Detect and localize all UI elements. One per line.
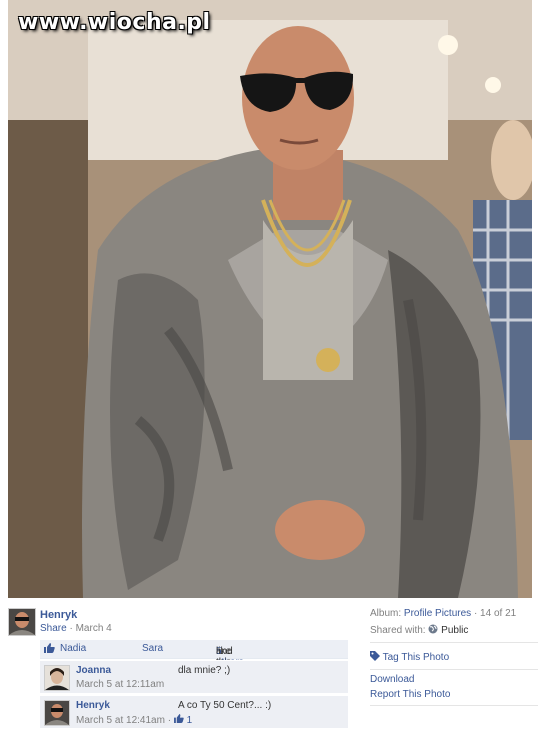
comment-author[interactable]: Henryk bbox=[76, 700, 110, 711]
liker-name-2[interactable]: Sara bbox=[142, 643, 163, 654]
divider bbox=[370, 669, 538, 670]
report-photo-link[interactable]: Report This Photo bbox=[370, 689, 450, 700]
liker-name-1[interactable]: Nadia bbox=[60, 643, 86, 654]
album-label: Album: bbox=[370, 608, 402, 619]
thumbs-up-icon bbox=[173, 714, 184, 726]
owner-header: Henryk Share · March 4 Nadia Sara and 5 … bbox=[8, 606, 350, 728]
tag-icon bbox=[370, 651, 380, 663]
likes-row: Nadia Sara and 5 others like this. bbox=[40, 640, 348, 668]
globe-icon bbox=[428, 624, 438, 636]
album-link[interactable]: Profile Pictures bbox=[404, 608, 471, 619]
owner-meta: Share · March 4 bbox=[40, 623, 112, 634]
commenter-avatar[interactable] bbox=[44, 700, 70, 726]
share-link[interactable]: Share bbox=[40, 623, 67, 634]
comment-time[interactable]: March 5 at 12:11am bbox=[76, 679, 164, 690]
photo[interactable] bbox=[8, 0, 532, 598]
meta-separator: · bbox=[69, 623, 73, 634]
privacy-value[interactable]: Public bbox=[441, 625, 468, 636]
post-date[interactable]: March 4 bbox=[76, 623, 112, 634]
privacy-info: Shared with: Public bbox=[370, 624, 468, 636]
avatar-image bbox=[9, 609, 35, 635]
shared-with-label: Shared with: bbox=[370, 625, 426, 636]
commenter-avatar[interactable] bbox=[44, 665, 70, 691]
comment: Joanna dla mnie? ;) March 5 at 12:11am bbox=[40, 660, 348, 693]
photo-illustration bbox=[8, 0, 532, 598]
divider bbox=[370, 705, 538, 706]
watermark: www.wiocha.pl bbox=[18, 10, 211, 35]
owner-avatar[interactable] bbox=[8, 608, 36, 636]
download-link[interactable]: Download bbox=[370, 674, 414, 685]
divider bbox=[370, 642, 538, 643]
comment-meta: March 5 at 12:41am · 1 bbox=[76, 714, 192, 726]
comment-text: A co Ty 50 Cent?... :) bbox=[178, 700, 272, 711]
thumbs-up-icon bbox=[44, 643, 55, 656]
comment: Henryk A co Ty 50 Cent?... :) March 5 at… bbox=[40, 695, 348, 728]
tag-photo-label: Tag This Photo bbox=[382, 652, 450, 663]
comment-author[interactable]: Joanna bbox=[76, 665, 111, 676]
avatar-image bbox=[45, 666, 69, 690]
photo-stage: www.wiocha.pl bbox=[0, 0, 542, 598]
comment-time[interactable]: March 5 at 12:41am bbox=[76, 715, 165, 726]
comment-text: dla mnie? ;) bbox=[178, 665, 231, 676]
meta-separator: · bbox=[167, 715, 172, 726]
photo-feedback: Henryk Share · March 4 Nadia Sara and 5 … bbox=[8, 606, 350, 728]
comment-like-count[interactable]: 1 bbox=[173, 714, 193, 726]
avatar-image bbox=[45, 701, 69, 725]
owner-name[interactable]: Henryk bbox=[40, 609, 77, 621]
like-count: 1 bbox=[186, 715, 193, 726]
photo-position: · 14 of 21 bbox=[473, 608, 517, 619]
tag-photo-link[interactable]: Tag This Photo bbox=[370, 651, 449, 663]
album-info: Album: Profile Pictures · 14 of 21 bbox=[370, 608, 516, 619]
